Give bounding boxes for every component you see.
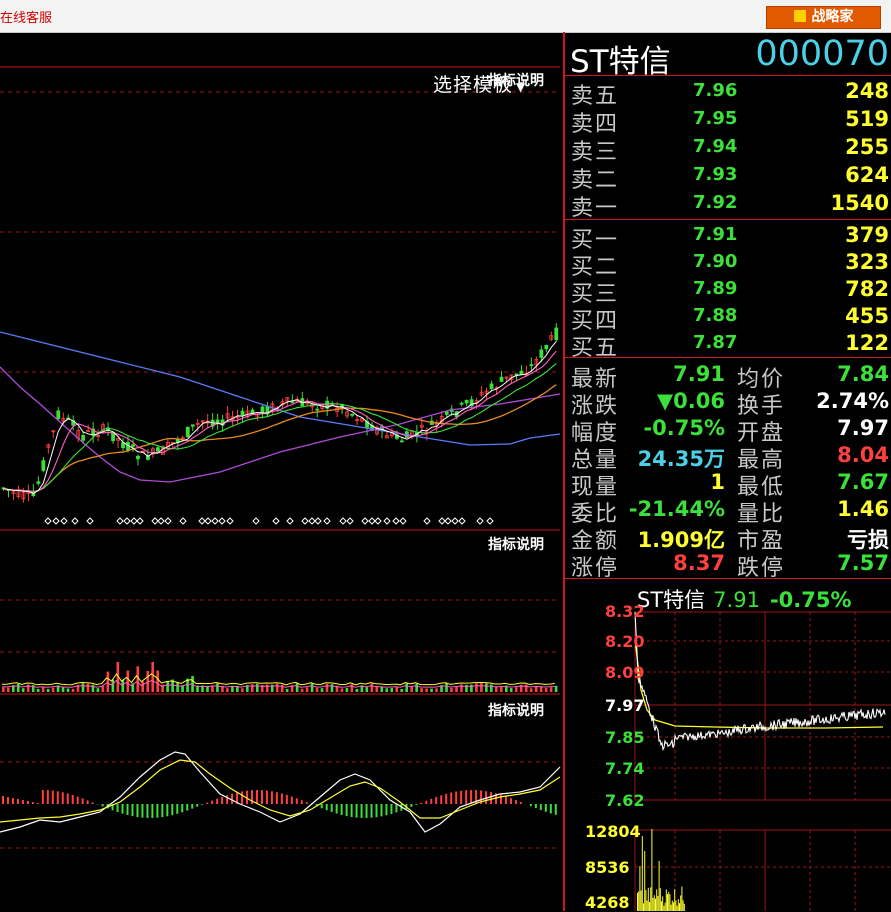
intraday-vol-label: 12804: [585, 822, 641, 841]
indicator-help-1[interactable]: 指标说明: [488, 70, 544, 90]
quote-panel: ST特信 000070 卖五7.96248卖四7.95519卖三7.94255卖…: [565, 32, 891, 911]
intraday-y-label: 7.85: [605, 728, 644, 747]
stat-value: 2.74%: [816, 389, 889, 413]
stat-value: 7.57: [837, 551, 889, 575]
sell-order-row[interactable]: 卖一7.921540: [565, 190, 891, 217]
stat-row: 委比-21.44%量比1.46: [565, 496, 891, 523]
sell-order-row[interactable]: 卖五7.96248: [565, 78, 891, 105]
intraday-y-label: 8.32: [605, 602, 644, 621]
stat-row: 涨停8.37跌停7.57: [565, 550, 891, 577]
stock-code: 000070: [755, 34, 889, 74]
top-bar: 在线客服 战略家: [0, 0, 891, 33]
stat-value: 1: [710, 470, 725, 494]
stat-value: 1.46: [837, 497, 889, 521]
stat-row: 总量24.35万最高8.04: [565, 442, 891, 469]
stat-row: 金额1.909亿市盈亏损: [565, 523, 891, 550]
stat-value: 7.97: [837, 416, 889, 440]
kline-svg: [0, 32, 563, 911]
divider: [565, 219, 891, 220]
stat-value: 7.67: [837, 470, 889, 494]
divider: [565, 75, 891, 76]
buy-order-row[interactable]: 买五7.87122: [565, 330, 891, 357]
indicator-help-2[interactable]: 指标说明: [488, 534, 544, 554]
intraday-y-label: 7.74: [605, 759, 644, 778]
strategist-button[interactable]: 战略家: [766, 6, 881, 29]
indicator-help-3[interactable]: 指标说明: [488, 700, 544, 720]
order-price: 7.88: [693, 305, 737, 326]
order-price: 7.90: [693, 251, 737, 272]
intraday-y-label: 7.97: [605, 696, 644, 715]
order-volume: 379: [845, 223, 889, 247]
order-volume: 323: [845, 250, 889, 274]
stat-value: 7.84: [837, 362, 889, 386]
intraday-y-label: 8.20: [605, 632, 644, 651]
buy-order-row[interactable]: 买一7.91379: [565, 222, 891, 249]
divider: [565, 357, 891, 358]
intraday-chart[interactable]: ST特信7.91-0.75% 8.32 8.20 8.09 7.97 7.85 …: [565, 580, 891, 911]
cube-icon: [794, 10, 806, 22]
sell-order-row[interactable]: 卖三7.94255: [565, 134, 891, 161]
order-volume: 519: [845, 107, 889, 131]
sell-order-row[interactable]: 卖二7.93624: [565, 162, 891, 189]
stat-value: -21.44%: [629, 497, 725, 521]
intraday-vol-label: 8536: [585, 858, 630, 877]
intraday-header: ST特信7.91-0.75%: [637, 584, 852, 614]
order-price: 7.89: [693, 278, 737, 299]
order-volume: 782: [845, 277, 889, 301]
order-price: 7.94: [693, 136, 737, 157]
stat-value: ▼0.06: [657, 389, 725, 413]
stat-row: 幅度-0.75%开盘7.97: [565, 415, 891, 442]
online-service-link[interactable]: 在线客服: [0, 7, 52, 26]
order-price: 7.95: [693, 108, 737, 129]
order-volume: 455: [845, 304, 889, 328]
order-price: 7.92: [693, 192, 737, 213]
stat-value: 7.91: [673, 362, 725, 386]
intraday-y-label: 7.62: [605, 791, 644, 810]
stat-value: -0.75%: [643, 416, 725, 440]
intraday-vol-label: 4268: [585, 893, 630, 912]
divider: [565, 578, 891, 579]
sell-order-row[interactable]: 卖四7.95519: [565, 106, 891, 133]
stat-row: 现量1最低7.67: [565, 469, 891, 496]
order-volume: 248: [845, 79, 889, 103]
stat-row: 最新7.91均价7.84: [565, 361, 891, 388]
intraday-y-label: 8.09: [605, 663, 644, 682]
order-price: 7.96: [693, 80, 737, 101]
stat-value: 8.37: [673, 551, 725, 575]
order-volume: 1540: [831, 191, 889, 215]
order-price: 7.87: [693, 332, 737, 353]
order-volume: 624: [845, 163, 889, 187]
order-volume: 255: [845, 135, 889, 159]
order-price: 7.91: [693, 224, 737, 245]
order-label: 卖一: [571, 190, 619, 222]
order-volume: 122: [845, 331, 889, 355]
order-price: 7.93: [693, 164, 737, 185]
stat-value: 8.04: [837, 443, 889, 467]
buy-order-row[interactable]: 买三7.89782: [565, 276, 891, 303]
buy-order-row[interactable]: 买二7.90323: [565, 249, 891, 276]
buy-order-row[interactable]: 买四7.88455: [565, 303, 891, 330]
kline-chart-area[interactable]: 选择模板▼ 指标说明 指标说明 指标说明: [0, 32, 563, 911]
stat-row: 涨跌▼0.06换手2.74%: [565, 388, 891, 415]
